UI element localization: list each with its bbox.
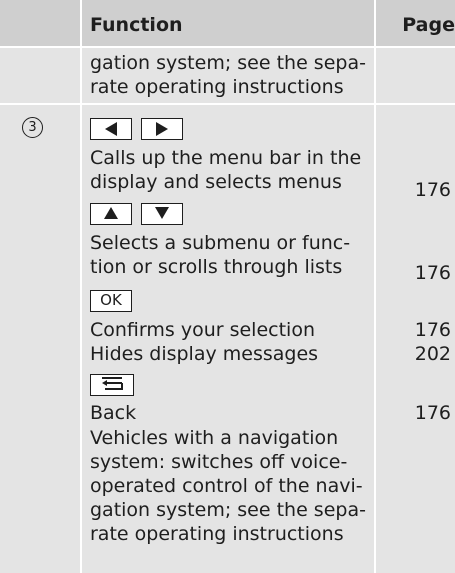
entry2-page: 176	[414, 262, 451, 284]
header-cell-number	[0, 0, 80, 46]
entry5-line-1: Back	[90, 402, 137, 424]
callout-number-3: 3	[22, 117, 43, 138]
entry5-page: 176	[414, 402, 451, 424]
entry1-line-1: Calls up the menu bar in the	[90, 147, 362, 169]
header-cell-function: Function	[82, 0, 374, 46]
page-header: Page	[402, 14, 455, 36]
row1-line-2: rate operating instructions	[90, 76, 344, 98]
entry6-line-3: operated control of the navi-	[90, 475, 363, 497]
function-table: Function Page gation system; see the sep…	[0, 0, 455, 573]
entry6-line-2: system: switches off voice-	[90, 451, 348, 473]
ok-key: OK	[90, 290, 132, 312]
entry4-line-1: Hides display messages	[90, 343, 319, 365]
up-arrow-key-icon	[90, 203, 132, 225]
header-cell-page: Page	[376, 0, 455, 46]
entry6-line-4: gation system; see the sepa-	[90, 499, 366, 521]
row1-line-1: gation system; see the sepa-	[90, 52, 366, 74]
row2-number-cell	[0, 105, 80, 573]
entry1-line-2: display and selects menus	[90, 171, 342, 193]
row1-page-cell	[376, 48, 455, 103]
back-arrow-icon	[102, 377, 123, 390]
entry2-line-2: tion or scrolls through lists	[90, 256, 343, 278]
row1-function-cell: gation system; see the sepa- rate operat…	[82, 48, 374, 103]
function-header: Function	[90, 14, 183, 36]
back-key-icon	[90, 374, 134, 396]
entry4-page: 202	[414, 343, 451, 365]
entry3-line-1: Confirms your selection	[90, 319, 315, 341]
entry6-line-5: rate operating instructions	[90, 523, 344, 545]
down-arrow-key-icon	[141, 203, 183, 225]
left-arrow-key-icon	[90, 118, 132, 140]
entry3-page: 176	[414, 319, 451, 341]
right-arrow-key-icon	[141, 118, 183, 140]
row1-number-cell	[0, 48, 80, 103]
entry6-line-1: Vehicles with a navigation	[90, 427, 339, 449]
entry2-line-1: Selects a submenu or func-	[90, 232, 351, 254]
entry1-page: 176	[414, 179, 451, 201]
